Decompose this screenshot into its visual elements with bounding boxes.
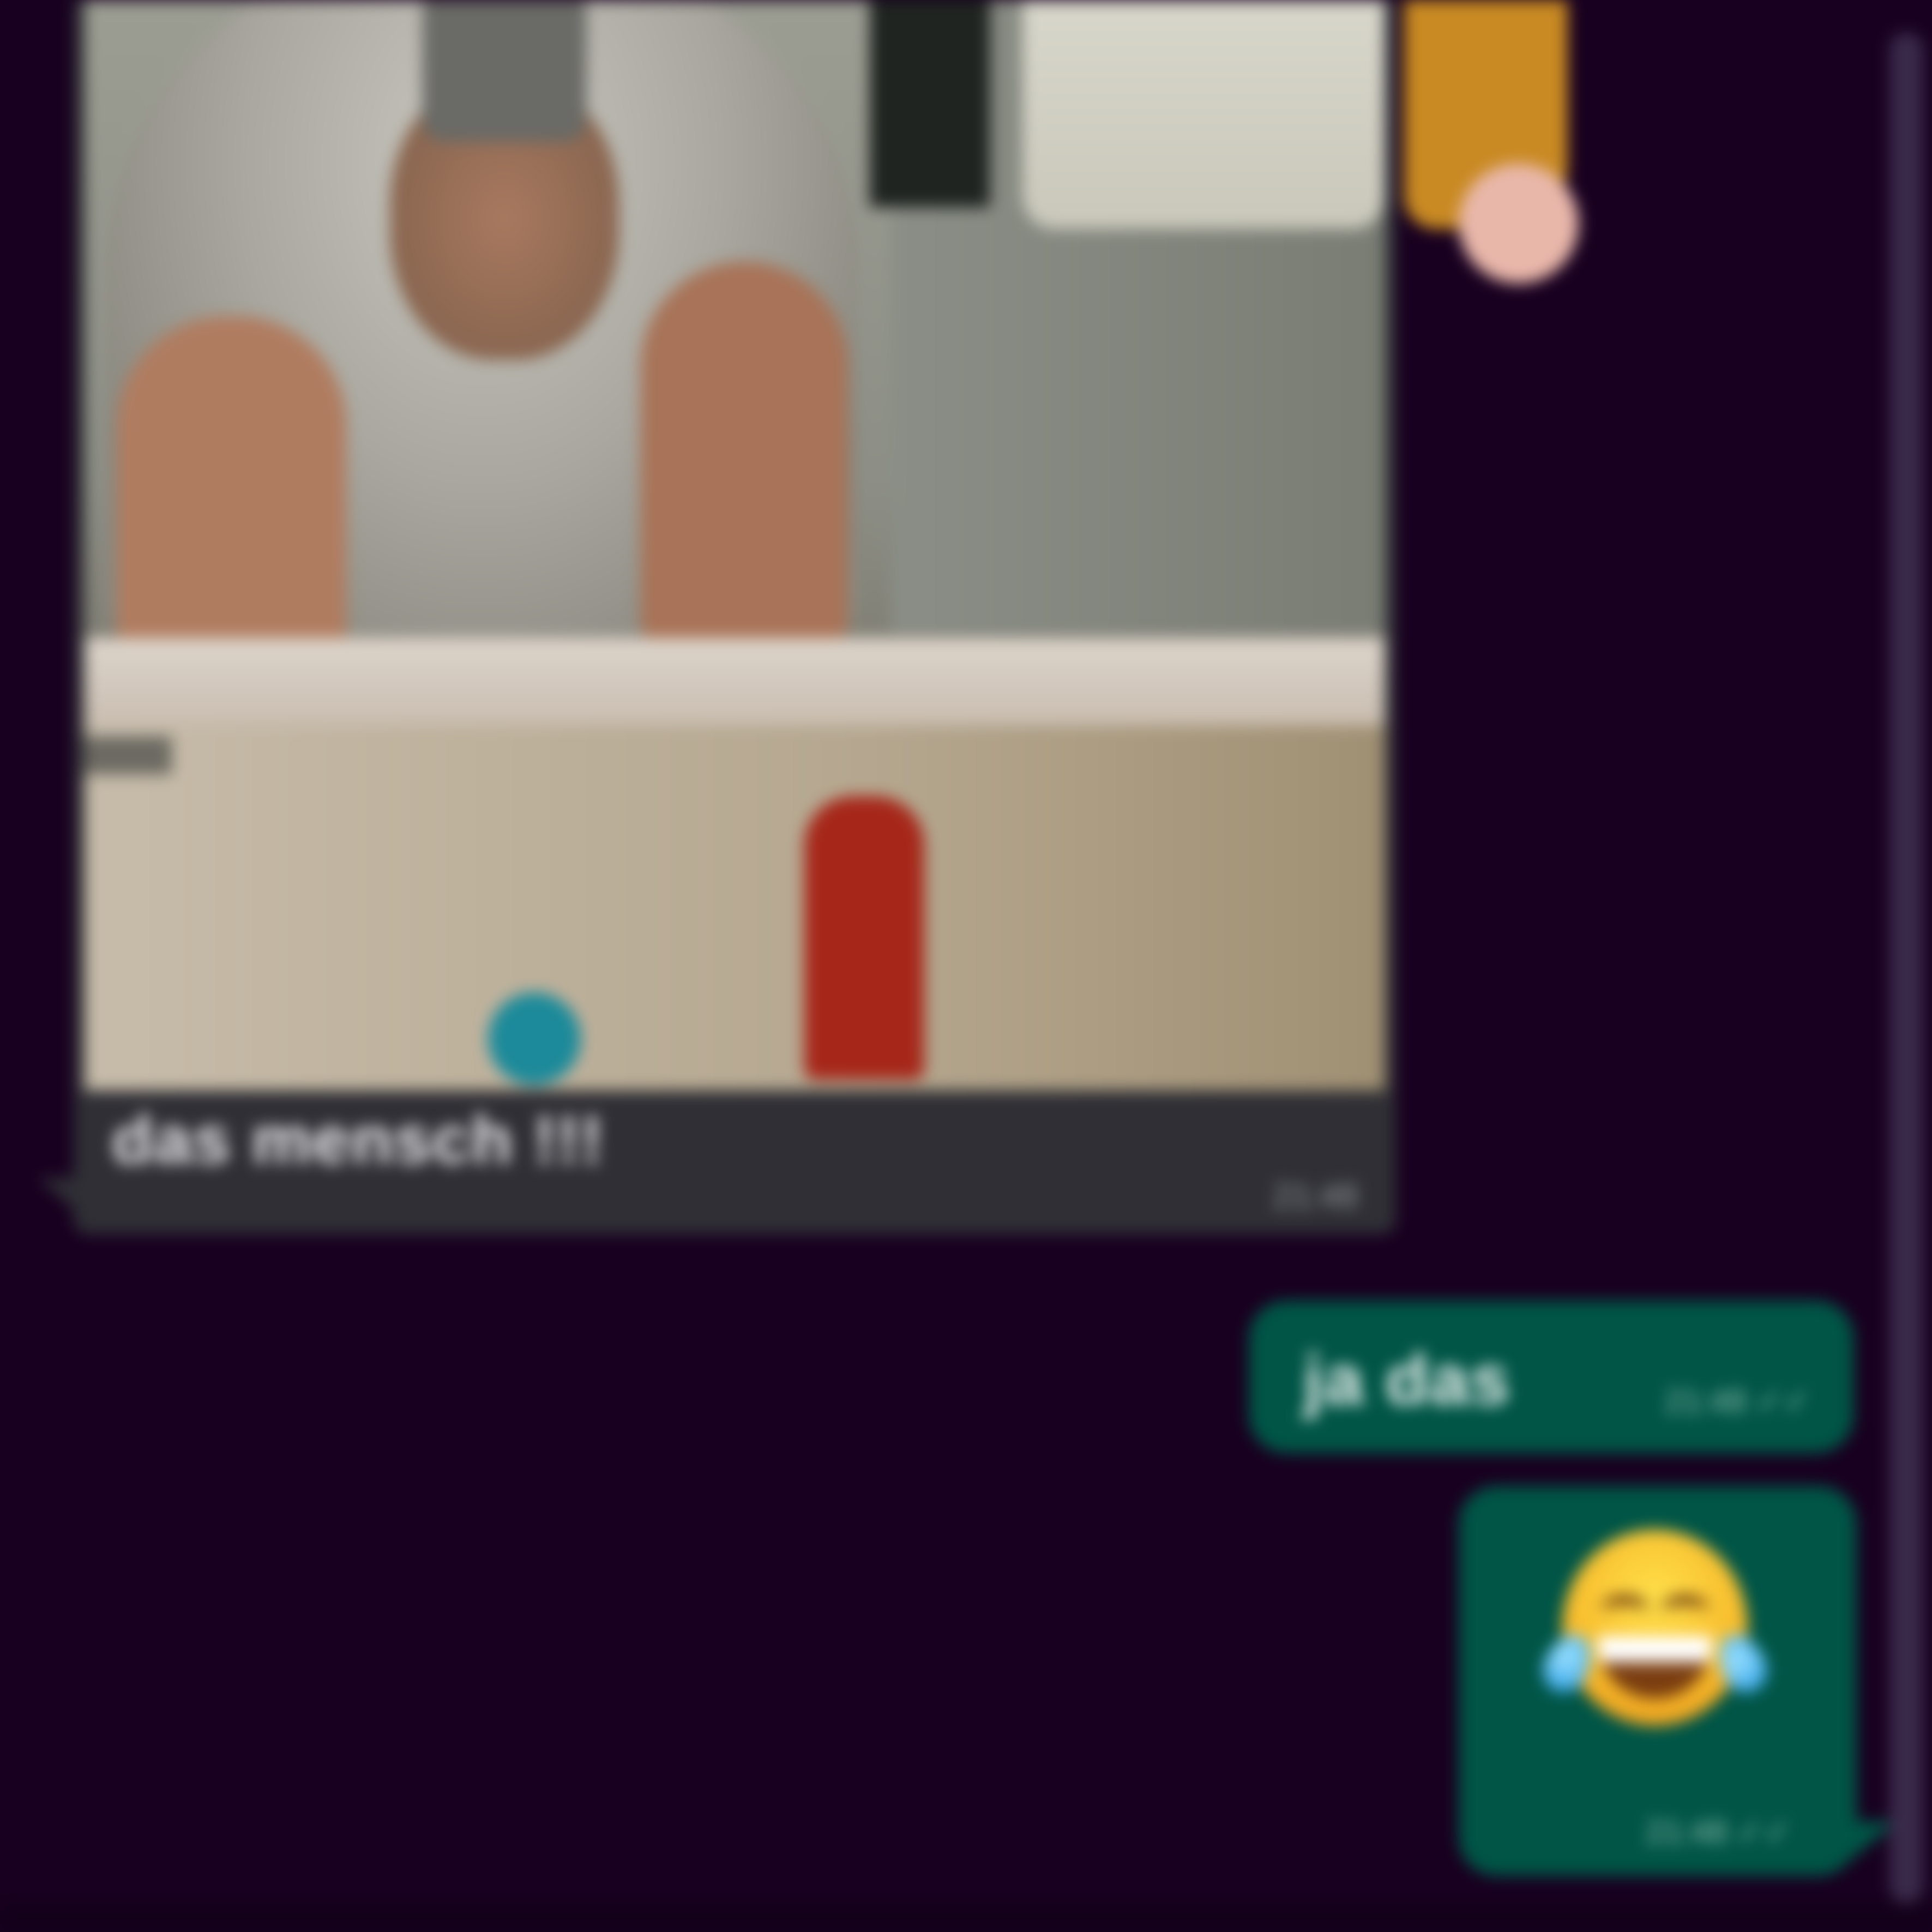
outgoing-message-time: 21:48 [1664,1383,1747,1419]
double-check-icon: ✓✓ [1755,1383,1810,1419]
photo-region [1022,0,1385,229]
face-with-tears-of-joy-icon [1535,1530,1775,1737]
photo-region [85,736,172,774]
emoji-eye [1660,1595,1710,1627]
chat-screen: das mensch !!! 21:48 ja das 21:48 ✓✓ 21:… [0,0,1932,1932]
incoming-message-time: 21:48 [1273,1177,1358,1215]
outgoing-message-time: 21:48 [1645,1814,1728,1850]
emoji-eye [1600,1595,1650,1627]
photo-region [641,262,848,643]
outgoing-message-meta: 21:48 ✓✓ [1665,1382,1810,1421]
photo-region [85,638,1385,725]
bottom-edge [0,1903,1932,1932]
photo-region [488,992,581,1085]
outgoing-message-meta: 21:48 ✓✓ [1646,1813,1791,1851]
shared-photo[interactable] [85,0,1385,1091]
photo-region [117,316,346,665]
image-caption: das mensch !!! [112,1103,605,1178]
photo-region [423,0,586,142]
emoji-teeth [1598,1636,1712,1662]
sticker[interactable] [1404,0,1579,294]
outgoing-bubble-tail [1838,1821,1898,1870]
outgoing-message-text: ja das [1303,1340,1511,1419]
photo-region [804,796,924,1080]
photo-region [870,0,990,207]
double-check-icon: ✓✓ [1736,1814,1791,1850]
outgoing-text-message[interactable]: ja das 21:48 ✓✓ [1249,1301,1854,1453]
photo-region [85,725,1385,1091]
sticker-tip [1459,164,1579,284]
scrollbar[interactable] [1889,33,1923,1903]
outgoing-emoji-message[interactable]: 21:48 ✓✓ [1459,1486,1857,1876]
incoming-image-message[interactable]: das mensch !!! 21:48 [74,0,1396,1234]
